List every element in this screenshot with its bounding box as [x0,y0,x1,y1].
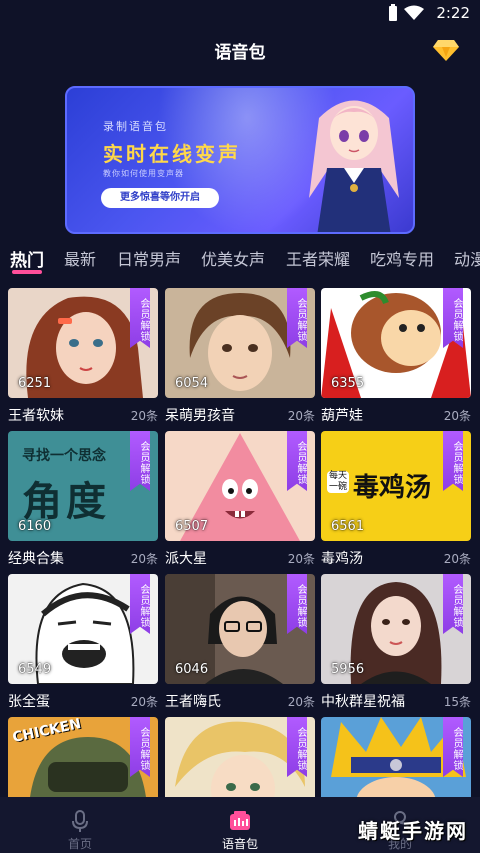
vip-unlock-badge: 会员解锁 [443,574,463,634]
card-title: 葫芦娃 [321,408,363,424]
vip-unlock-badge: 会员解锁 [130,288,150,348]
vip-unlock-badge: 会员解锁 [130,431,150,491]
tab-female-voice[interactable]: 优美女声 [201,246,265,270]
nav-home[interactable]: 首页 [30,797,130,853]
voice-pack-card[interactable]: 会员解锁 6549 张全蛋 20条 [8,574,158,714]
voice-pack-card[interactable]: 会员解锁 [321,717,471,798]
nav-label: 首页 [67,837,92,851]
site-watermark: 蜻蜓手游网 [358,819,468,843]
banner-button[interactable]: 更多惊喜等你开启 [101,188,219,208]
vip-unlock-badge: 会员解锁 [130,717,150,777]
play-count: 6549 [18,662,52,677]
item-count: 20条 [287,552,315,566]
voice-pack-card[interactable]: 会员解锁 5956 中秋群星祝福 15条 [321,574,471,714]
promo-banner[interactable]: 录制语音包 实时在线变声 教你如何使用变声器 更多惊喜等你开启 [65,86,415,234]
item-count: 20条 [130,695,158,709]
item-count: 20条 [130,409,158,423]
play-count: 6561 [331,519,365,534]
banner-hint: 教你如何使用变声器 [103,169,184,178]
item-count: 20条 [287,695,315,709]
wifi-icon [404,5,424,20]
vip-unlock-badge: 会员解锁 [130,574,150,634]
thumb-text-small: 每天一碗 [327,471,349,493]
card-title: 毒鸡汤 [321,551,363,567]
battery-icon [389,4,397,21]
anime-girl-illustration [309,100,399,232]
card-title: 派大星 [165,551,207,567]
voice-pack-grid: 会员解锁 6251 王者软妹 20条 会员解锁 6054 呆萌男孩音 20条 会… [0,288,480,798]
item-count: 15条 [443,695,471,709]
play-count: 6160 [18,519,52,534]
thumb-text-small: 寻找一个思念 [22,448,106,464]
play-count: 6054 [175,376,209,391]
banner-subtitle: 录制语音包 [103,120,168,133]
voice-pack-card[interactable]: 会员解锁 6046 王者嗨氏 20条 [165,574,315,714]
play-count: 6046 [175,662,209,677]
play-count: 6355 [331,376,365,391]
voice-pack-icon [230,811,250,830]
voice-pack-card[interactable]: 会员解锁 [165,717,315,798]
vip-unlock-badge: 会员解锁 [287,574,307,634]
item-count: 20条 [130,552,158,566]
play-count: 6251 [18,376,52,391]
tab-latest[interactable]: 最新 [64,246,96,270]
tab-pubg[interactable]: 吃鸡专用 [370,246,434,270]
voice-pack-card[interactable]: 会员解锁 6054 呆萌男孩音 20条 [165,288,315,428]
card-title: 张全蛋 [8,694,50,710]
item-count: 20条 [287,409,315,423]
vip-unlock-badge: 会员解锁 [443,288,463,348]
voice-pack-card[interactable]: 寻找一个思念 角度 会员解锁 6160 经典合集 20条 [8,431,158,571]
tab-hot[interactable]: 热门 [10,246,44,271]
status-time: 2:22 [436,4,470,22]
vip-diamond-icon[interactable] [432,38,460,62]
card-title: 中秋群星祝福 [321,694,405,710]
vip-unlock-badge: 会员解锁 [287,717,307,777]
thumb-text-big: 毒鸡汤 [353,473,432,503]
card-title: 经典合集 [8,551,64,567]
item-count: 20条 [443,409,471,423]
voice-pack-card[interactable]: CHICKEN 会员解锁 [8,717,158,798]
voice-pack-card[interactable]: 会员解锁 6355 葫芦娃 20条 [321,288,471,428]
title-bar: 语音包 [0,28,480,72]
vip-unlock-badge: 会员解锁 [287,288,307,348]
card-title: 王者软妹 [8,408,64,424]
vip-unlock-badge: 会员解锁 [287,431,307,491]
category-tabs: 热门 最新 日常男声 优美女声 王者荣耀 吃鸡专用 动漫 [0,240,480,276]
status-bar: 2:22 [0,0,480,26]
tab-honor-of-kings[interactable]: 王者荣耀 [286,246,350,270]
tab-male-voice[interactable]: 日常男声 [117,246,181,270]
voice-pack-card[interactable]: 会员解锁 6251 王者软妹 20条 [8,288,158,428]
item-count: 20条 [443,552,471,566]
page-title: 语音包 [214,43,266,63]
tab-indicator [12,270,42,274]
nav-label: 语音包 [221,837,258,851]
play-count: 5956 [331,662,365,677]
vip-unlock-badge: 会员解锁 [443,717,463,777]
card-title: 王者嗨氏 [165,694,221,710]
card-title: 呆萌男孩音 [165,408,235,424]
vip-unlock-badge: 会员解锁 [443,431,463,491]
play-count: 6507 [175,519,209,534]
nav-voice-pack[interactable]: 语音包 [190,797,290,853]
banner-headline: 实时在线变声 [103,142,241,166]
voice-pack-card[interactable]: 每天一碗 毒鸡汤 会员解锁 6561 毒鸡汤 20条 [321,431,471,571]
microphone-icon [72,810,88,832]
tab-anime[interactable]: 动漫 [454,246,480,270]
voice-pack-card[interactable]: 会员解锁 6507 派大星 20条 [165,431,315,571]
